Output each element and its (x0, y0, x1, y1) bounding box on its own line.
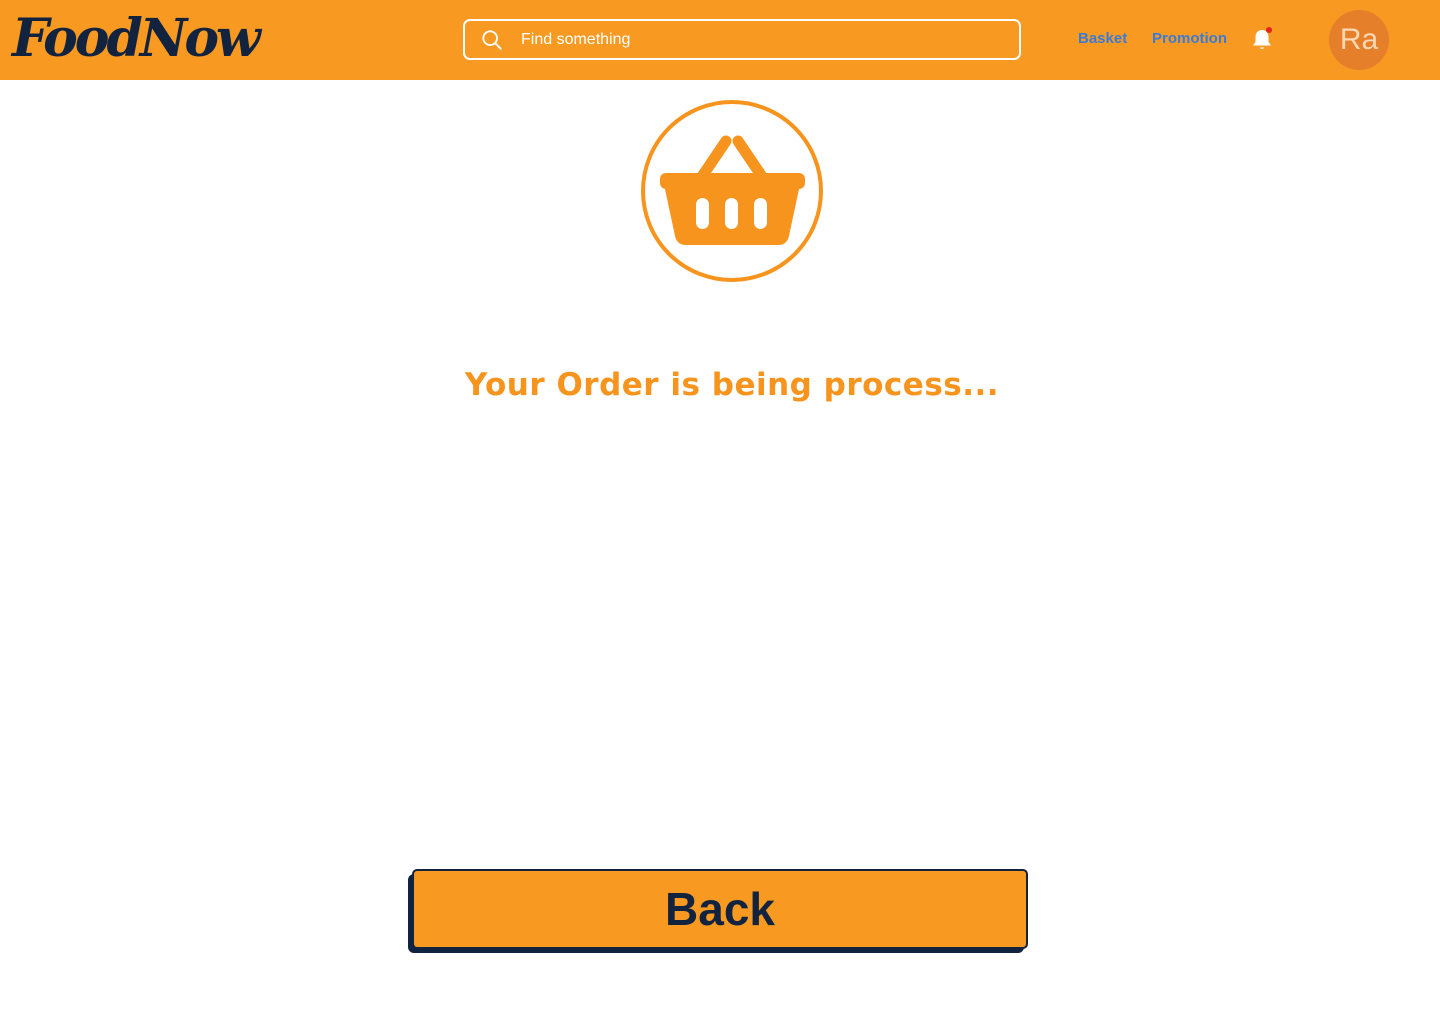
bell-icon[interactable] (1249, 26, 1275, 52)
search-icon (482, 30, 502, 50)
search-input[interactable] (521, 21, 1001, 58)
top-header: FoodNow Basket Promotion Ra (0, 0, 1440, 80)
foodnow-logo[interactable]: FoodNow (12, 6, 261, 72)
search-bar[interactable] (463, 19, 1021, 60)
order-status-message: Your Order is being process... (464, 367, 1000, 403)
nav-promotion-link[interactable]: Promotion (1152, 29, 1227, 49)
shopping-basket-icon (641, 100, 823, 282)
user-avatar[interactable]: Ra (1329, 10, 1389, 70)
nav-basket-link[interactable]: Basket (1078, 29, 1127, 49)
notification-dot (1266, 27, 1272, 33)
back-button[interactable]: Back (412, 869, 1028, 949)
